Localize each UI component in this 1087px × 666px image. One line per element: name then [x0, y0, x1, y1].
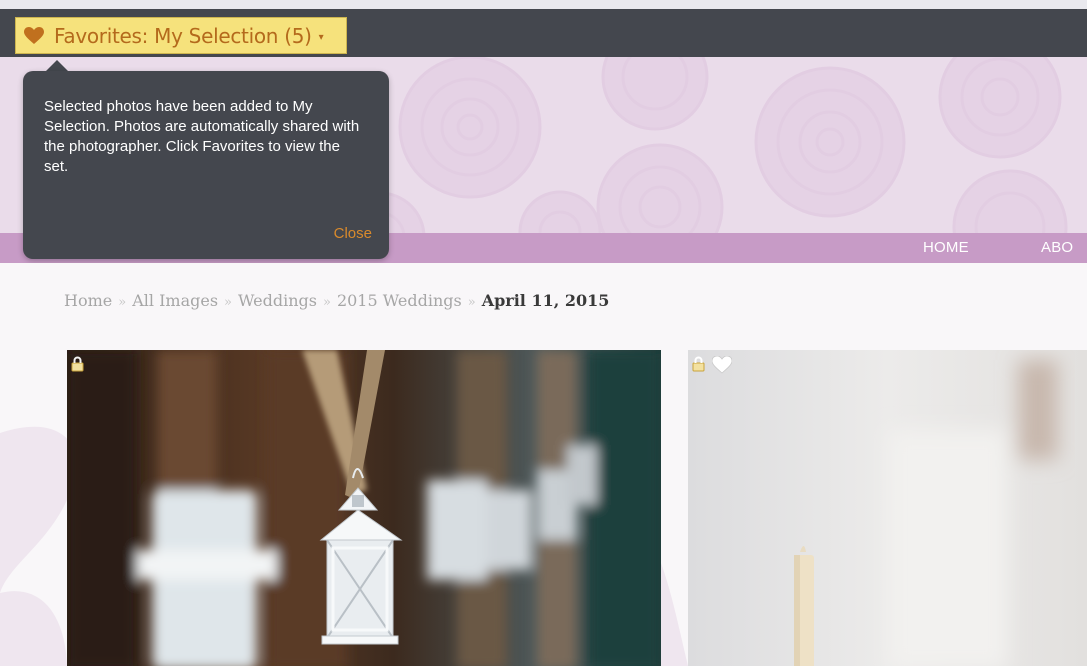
breadcrumb-home[interactable]: Home [64, 291, 112, 310]
breadcrumb-separator: » [467, 295, 476, 310]
breadcrumb-separator: » [224, 295, 232, 310]
breadcrumb-all-images[interactable]: All Images [132, 291, 218, 310]
candle-photo-image [688, 350, 1087, 666]
lanterns-photo[interactable] [67, 350, 661, 666]
heart-icon [24, 26, 44, 44]
breadcrumb-weddings[interactable]: Weddings [238, 291, 317, 310]
candle-photo[interactable] [688, 350, 1087, 666]
tooltip-close-link[interactable]: Close [334, 225, 372, 242]
favorites-tooltip: Selected photos have been added to My Se… [23, 71, 389, 259]
lock-icon[interactable] [71, 356, 84, 372]
breadcrumb-separator: » [322, 295, 331, 310]
breadcrumb-current: April 11, 2015 [481, 291, 610, 310]
lanterns-photo-image [67, 350, 661, 666]
nav-item-home[interactable]: HOME [923, 233, 969, 263]
tooltip-arrow [46, 60, 68, 71]
breadcrumb-separator: » [118, 295, 127, 310]
lock-icon[interactable] [692, 356, 705, 372]
favorites-label: Favorites: My Selection (5) [54, 23, 312, 48]
breadcrumb: Home » All Images » Weddings » 2015 Weddings » A… [64, 291, 609, 310]
chevron-down-icon: ▾ [318, 31, 324, 43]
favorites-button[interactable]: Favorites: My Selection (5) ▾ [15, 17, 347, 54]
tooltip-message: Selected photos have been added to My Se… [44, 98, 360, 175]
heart-icon[interactable] [712, 356, 732, 374]
nav-item-about[interactable]: ABO [1041, 233, 1073, 263]
gallery-content: Home » All Images » Weddings » 2015 Weddings » A… [0, 263, 1087, 666]
breadcrumb-2015-weddings[interactable]: 2015 Weddings [337, 291, 462, 310]
